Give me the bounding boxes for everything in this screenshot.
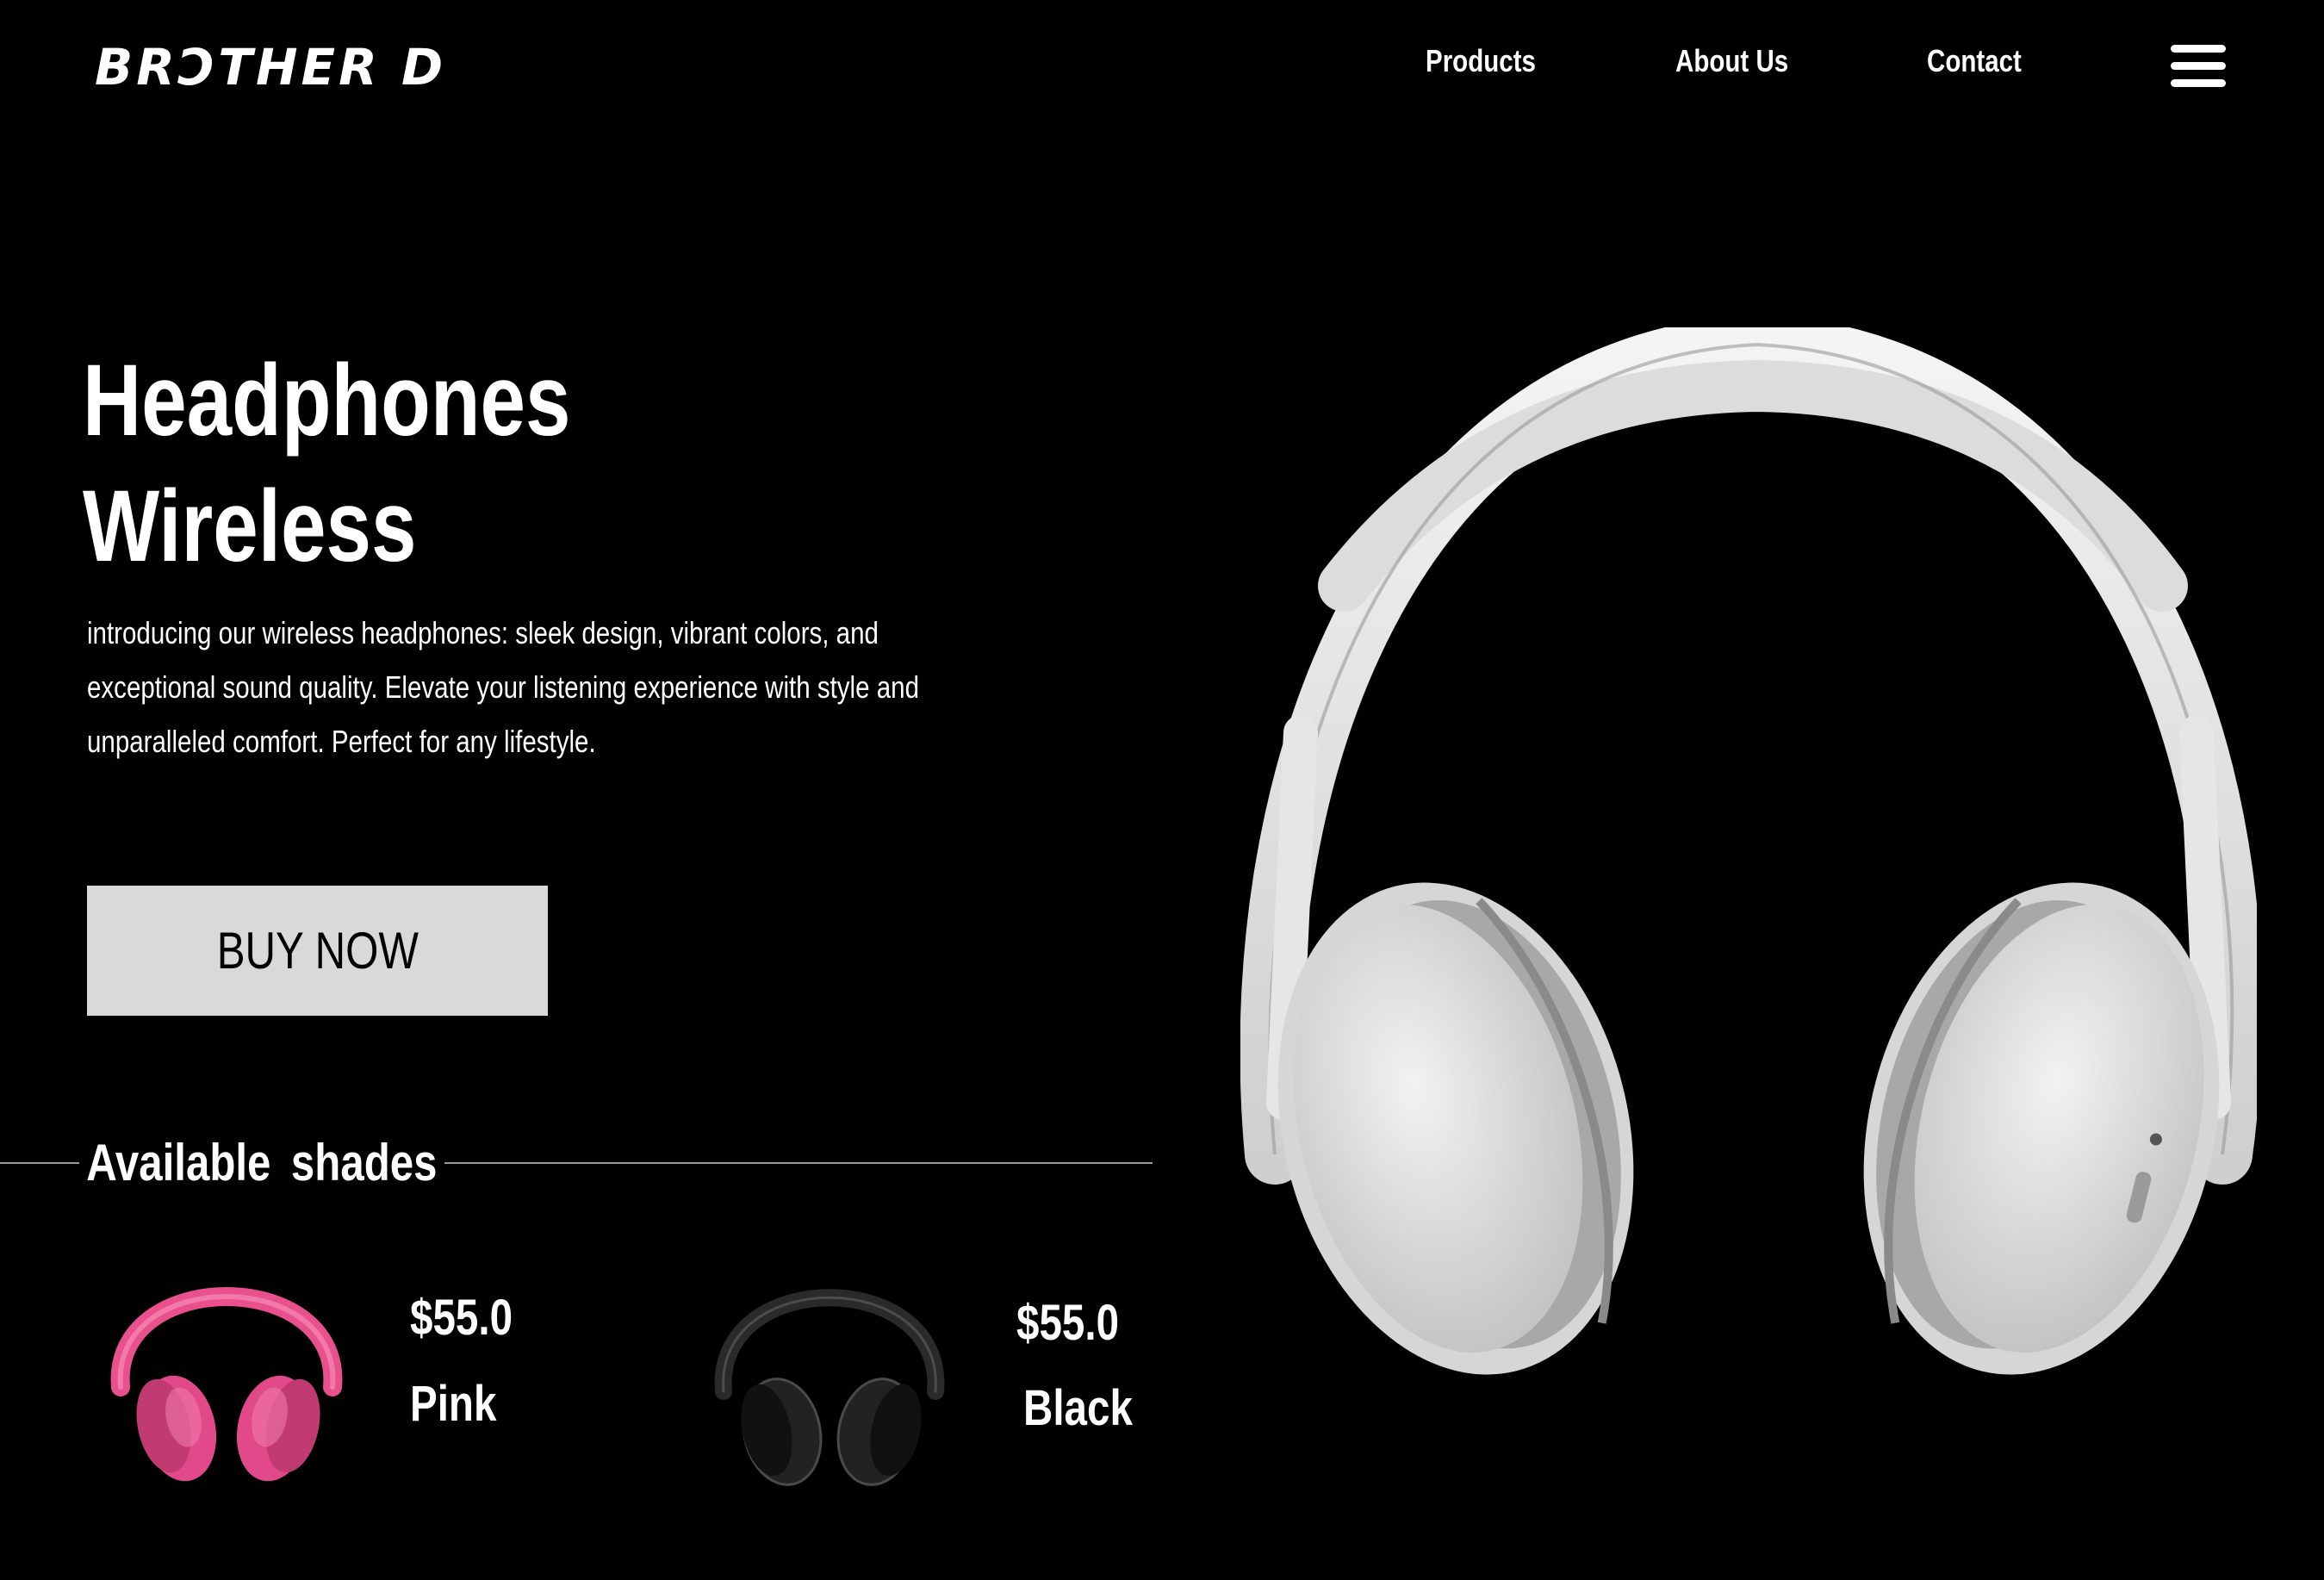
brand-logo[interactable]: BRƆTHER D xyxy=(95,38,446,96)
hero-description: introducing our wireless headphones: sle… xyxy=(87,615,919,759)
hero-title-line1: Headphones xyxy=(83,344,571,457)
white-wireless-headphones-image xyxy=(1240,327,2257,1375)
pink-color-name: Pink xyxy=(410,1376,497,1432)
nav-link-contact[interactable]: Contact xyxy=(1927,43,2022,79)
black-price: $55.0 xyxy=(1016,1295,1120,1351)
hamburger-menu-icon[interactable] xyxy=(2171,45,2226,88)
buy-now-label: BUY NOW xyxy=(216,922,419,980)
black-color-name: Black xyxy=(1023,1380,1133,1436)
hero-title-line2: Wireless xyxy=(83,470,417,583)
pink-headphones-image[interactable] xyxy=(102,1232,351,1490)
buy-now-button[interactable]: BUY NOW xyxy=(87,886,548,1016)
hero-title: Headphones Wireless xyxy=(83,338,571,589)
shades-heading: Available shades xyxy=(79,1132,444,1194)
nav-link-products[interactable]: Products xyxy=(1426,43,1536,79)
nav-link-about-us[interactable]: About Us xyxy=(1675,43,1788,79)
pink-price: $55.0 xyxy=(410,1290,513,1346)
black-headphones-image[interactable] xyxy=(705,1232,954,1490)
